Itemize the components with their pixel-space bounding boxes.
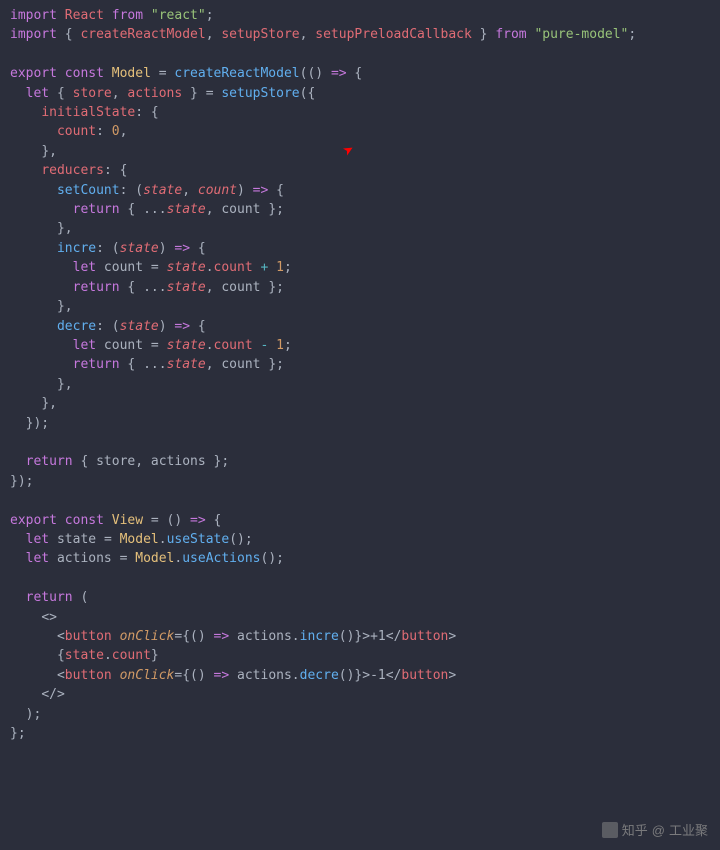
- code-line: export const Model = createReactModel(()…: [10, 64, 710, 83]
- code-editor[interactable]: import React from "react";import { creat…: [10, 6, 710, 743]
- code-line: </>: [10, 685, 710, 704]
- code-line: <>: [10, 608, 710, 627]
- code-line: import React from "react";: [10, 6, 710, 25]
- code-line: count: 0,: [10, 122, 710, 141]
- watermark-author: 工业聚: [669, 821, 708, 840]
- watermark: 知乎 @工业聚: [602, 821, 708, 840]
- code-line: return { ...state, count };: [10, 278, 710, 297]
- code-line: {state.count}: [10, 646, 710, 665]
- code-line: decre: (state) => {: [10, 317, 710, 336]
- code-line: let count = state.count + 1;: [10, 258, 710, 277]
- code-line: return { ...state, count };: [10, 355, 710, 374]
- code-line: );: [10, 705, 710, 724]
- code-line: <button onClick={() => actions.incre()}>…: [10, 627, 710, 646]
- code-line: let actions = Model.useActions();: [10, 549, 710, 568]
- code-line: <button onClick={() => actions.decre()}>…: [10, 666, 710, 685]
- code-line: };: [10, 724, 710, 743]
- code-line: return (: [10, 588, 710, 607]
- code-line: incre: (state) => {: [10, 239, 710, 258]
- code-line: return { ...state, count };: [10, 200, 710, 219]
- code-line: return { store, actions };: [10, 452, 710, 471]
- zhihu-icon: [602, 822, 618, 838]
- watermark-at: @: [652, 821, 665, 840]
- code-line: setCount: (state, count) => {: [10, 181, 710, 200]
- watermark-platform: 知乎: [622, 821, 648, 840]
- code-line: import { createReactModel, setupStore, s…: [10, 25, 710, 44]
- code-line: reducers: {: [10, 161, 710, 180]
- code-line: },: [10, 394, 710, 413]
- code-line: },: [10, 375, 710, 394]
- code-line: let count = state.count - 1;: [10, 336, 710, 355]
- code-line: let state = Model.useState();: [10, 530, 710, 549]
- code-line: });: [10, 414, 710, 433]
- code-line: },: [10, 219, 710, 238]
- code-line: export const View = () => {: [10, 511, 710, 530]
- code-line: });: [10, 472, 710, 491]
- code-line: },: [10, 142, 710, 161]
- code-line: let { store, actions } = setupStore({: [10, 84, 710, 103]
- code-line: },: [10, 297, 710, 316]
- code-line: initialState: {: [10, 103, 710, 122]
